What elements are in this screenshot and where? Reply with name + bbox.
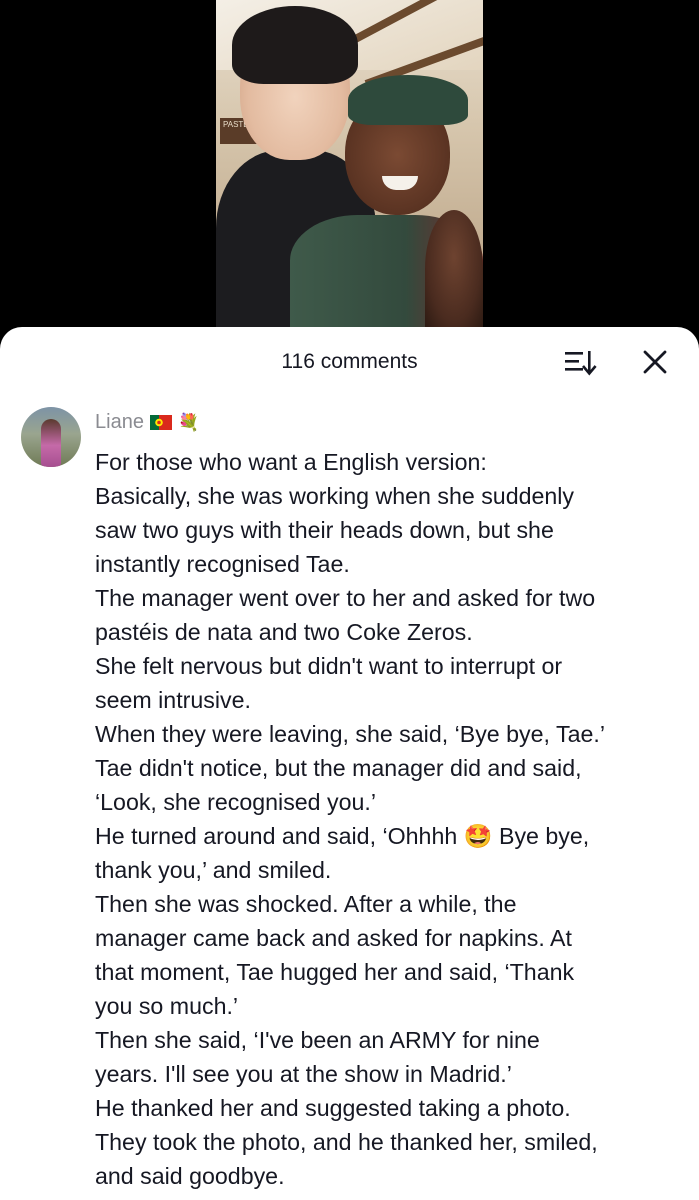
person-hair	[232, 6, 358, 84]
video-player[interactable]: PASTE	[0, 0, 699, 345]
comment-text: For those who want a English version: Ba…	[95, 445, 690, 1193]
comment-line: When they were leaving, she said, ‘Bye b…	[95, 721, 605, 747]
comment-line: that moment, Tae hugged her and said, ‘T…	[95, 959, 575, 985]
sort-icon[interactable]	[564, 347, 598, 377]
portugal-flag-icon	[149, 414, 172, 430]
username[interactable]: Liane	[95, 411, 144, 434]
comment-line: Then she was shocked. After a while, the	[95, 891, 517, 917]
bouquet-icon: 💐	[177, 412, 200, 432]
comment-line: He turned around and said, ‘Ohhhh 🤩 Bye …	[95, 823, 590, 849]
comment-line: and said goodbye.	[95, 1163, 285, 1189]
avatar-figure	[41, 419, 61, 467]
comment-line: ‘Look, she recognised you.’	[95, 789, 377, 815]
comment-line: She felt nervous but didn't want to inte…	[95, 653, 563, 679]
comment-line: manager came back and asked for napkins.…	[95, 925, 572, 951]
comment-line: For those who want a English version:	[95, 449, 487, 475]
comments-sheet: 116 comments Liane 💐 For those who want …	[0, 327, 699, 1200]
reaction-overlay	[425, 210, 483, 328]
comment-line: you so much.’	[95, 993, 239, 1019]
comment-line: pastéis de nata and two Coke Zeros.	[95, 619, 473, 645]
comment-line: They took the photo, and he thanked her,…	[95, 1129, 598, 1155]
comment-line: Basically, she was working when she sudd…	[95, 483, 575, 509]
comment-line: He thanked her and suggested taking a ph…	[95, 1095, 571, 1121]
comment-line: The manager went over to her and asked f…	[95, 585, 596, 611]
comment-line: instantly recognised Tae.	[95, 551, 350, 577]
comment-line: saw two guys with their heads down, but …	[95, 517, 554, 543]
comment-line: Tae didn't notice, but the manager did a…	[95, 755, 582, 781]
close-icon[interactable]	[640, 347, 670, 377]
comment-line: years. I'll see you at the show in Madri…	[95, 1061, 512, 1087]
comment-author-row: Liane 💐	[95, 409, 199, 435]
comment-line: seem intrusive.	[95, 687, 251, 713]
avatar[interactable]	[21, 407, 81, 467]
comments-header: 116 comments	[0, 327, 699, 397]
comment-line: thank you,’ and smiled.	[95, 857, 332, 883]
cap	[348, 75, 468, 125]
comment-line: Then she said, ‘I've been an ARMY for ni…	[95, 1027, 540, 1053]
